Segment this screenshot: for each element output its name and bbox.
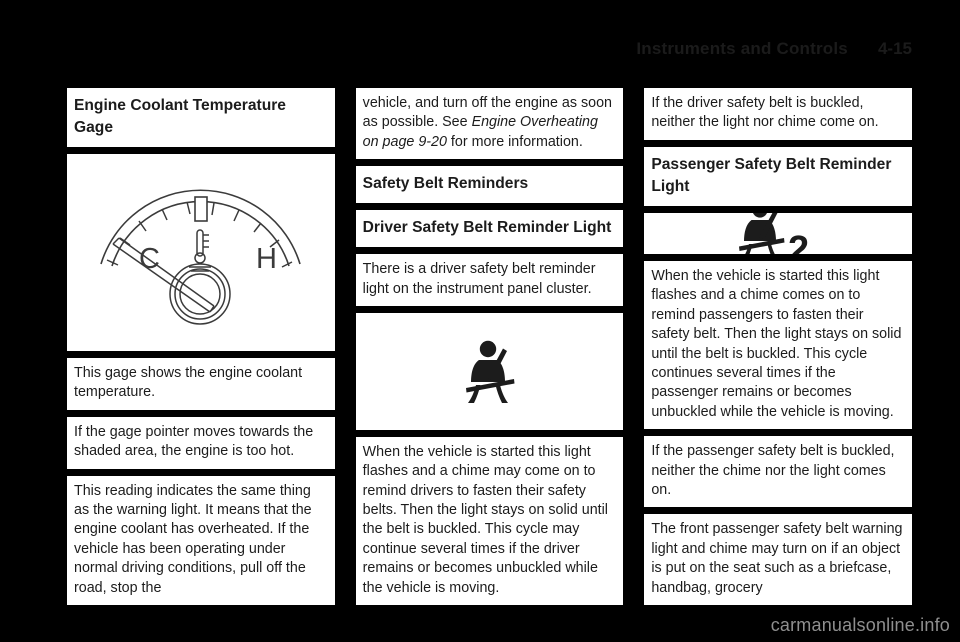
passenger-belt-object-paragraph: The front passenger safety belt warning … xyxy=(644,514,913,605)
passenger-safety-belt-reminder-light-figure: 2 xyxy=(644,212,913,254)
gage-pointer-paragraph: If the gage pointer moves towards the sh… xyxy=(67,416,335,469)
header-section-title: Instruments and Controls xyxy=(636,39,848,58)
seatbelt-person-icon xyxy=(465,341,514,404)
engine-coolant-temperature-gage-figure: C H xyxy=(67,154,335,351)
column-middle: vehicle, and turn off the engine as soon… xyxy=(355,88,624,605)
passenger-count-badge: 2 xyxy=(788,229,809,254)
driver-safety-belt-reminder-light-heading: Driver Safety Belt Reminder Light xyxy=(355,210,624,248)
gauge-label-hot: H xyxy=(256,243,277,275)
gage-description-paragraph: This gage shows the engine coolant tempe… xyxy=(67,357,335,410)
gauge-label-cold: C xyxy=(139,243,160,275)
passenger-belt-buckled-paragraph: If the passenger safety belt is buckled,… xyxy=(644,436,913,508)
passenger-reminder-behavior-paragraph: When the vehicle is started this light f… xyxy=(644,260,913,430)
safety-belt-reminders-heading: Safety Belt Reminders xyxy=(355,166,624,204)
driver-reminder-light-location-paragraph: There is a driver safety belt reminder l… xyxy=(355,254,624,307)
passenger-safety-belt-reminder-light-heading: Passenger Safety Belt Reminder Light xyxy=(644,146,913,206)
overheat-continuation-paragraph: vehicle, and turn off the engine as soon… xyxy=(355,88,624,160)
overheat-warning-paragraph: This reading indicates the same thing as… xyxy=(67,475,335,605)
paragraph-text-post: for more information. xyxy=(446,133,583,150)
coolant-temperature-gauge-icon: C H xyxy=(100,189,302,326)
column-right: If the driver safety belt is buckled, ne… xyxy=(644,88,913,605)
column-left: Engine Coolant Temperature Gage C H This… xyxy=(67,88,335,605)
content-columns: Engine Coolant Temperature Gage C H This… xyxy=(67,88,913,605)
page-header: Instruments and Controls 4-15 xyxy=(0,36,912,62)
driver-belt-buckled-paragraph: If the driver safety belt is buckled, ne… xyxy=(644,88,913,140)
header-page-number: 4-15 xyxy=(877,39,912,58)
manual-page: Instruments and Controls 4-15 Engine Coo… xyxy=(0,0,960,642)
site-watermark: carmanualsonline.info xyxy=(770,615,950,635)
engine-coolant-temperature-gage-heading: Engine Coolant Temperature Gage xyxy=(67,88,335,147)
driver-safety-belt-reminder-light-figure xyxy=(355,313,624,430)
seatbelt-person-2-icon: 2 xyxy=(739,212,809,254)
driver-reminder-behavior-paragraph: When the vehicle is started this light f… xyxy=(355,436,624,605)
